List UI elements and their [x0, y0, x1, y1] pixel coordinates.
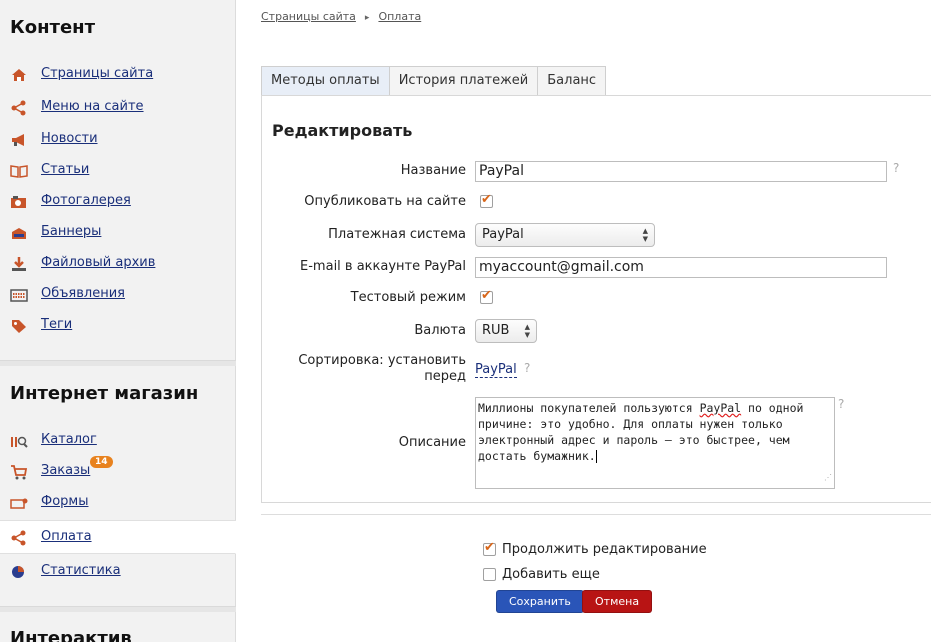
description-spellcheck-word: PayPal — [699, 401, 742, 415]
share-icon — [11, 100, 26, 116]
cart-icon — [11, 465, 28, 480]
breadcrumb: Страницы сайта ▸ Оплата — [261, 10, 421, 23]
help-icon[interactable]: ? — [524, 361, 530, 375]
breadcrumb-link-pages[interactable]: Страницы сайта — [261, 10, 356, 23]
banner-icon — [12, 228, 26, 239]
sidebar-item-label: Баннеры — [41, 224, 102, 239]
email-input[interactable]: myaccount@gmail.com — [475, 257, 887, 278]
add-more-label: Добавить еще — [502, 567, 600, 582]
sidebar-item-ads[interactable]: Объявления — [0, 282, 236, 308]
sidebar-item-pages[interactable]: Страницы сайта — [0, 62, 236, 88]
sidebar-item-tags[interactable]: Теги — [0, 313, 236, 339]
sidebar-item-payment[interactable]: Оплата — [0, 520, 236, 554]
sidebar-item-forms[interactable]: Формы — [0, 490, 236, 516]
currency-value: RUB — [482, 323, 510, 338]
sidebar-item-articles[interactable]: Статьи — [0, 158, 236, 184]
publish-label: Опубликовать на сайте — [304, 194, 466, 209]
sidebar: Контент Страницы сайта Меню на сайте Нов… — [0, 0, 236, 642]
sidebar-item-catalog[interactable]: Каталог — [0, 428, 236, 454]
sidebar-item-label: Объявления — [41, 286, 125, 301]
photo-icon — [11, 196, 26, 208]
add-more-option[interactable]: Добавить еще — [483, 567, 600, 582]
breadcrumb-link-payment[interactable]: Оплата — [378, 10, 421, 23]
sort-before-link[interactable]: PayPal — [475, 362, 517, 378]
breadcrumb-separator: ▸ — [364, 13, 370, 23]
section-title-interactive: Интерактив — [10, 628, 132, 642]
select-arrows-icon: ▲ ▼ — [642, 227, 648, 243]
download-icon — [12, 257, 26, 271]
description-textarea[interactable]: Миллионы покупателей пользуются PayPal п… — [475, 397, 835, 489]
megaphone-icon — [12, 134, 24, 146]
sidebar-item-menu[interactable]: Меню на сайте — [0, 95, 236, 121]
section-title-content: Контент — [10, 17, 96, 38]
payment-system-value: PayPal — [482, 227, 524, 242]
currency-label: Валюта — [414, 323, 466, 338]
description-label: Описание — [398, 435, 466, 450]
test-mode-checkbox[interactable] — [480, 288, 493, 304]
save-button[interactable]: Сохранить — [496, 590, 584, 613]
sidebar-item-orders[interactable]: Заказы 14 — [0, 456, 236, 485]
panel-title: Редактировать — [272, 121, 413, 140]
email-label: E-mail в аккаунте PayPal — [300, 259, 466, 274]
text-caret — [595, 450, 597, 463]
cancel-button[interactable]: Отмена — [582, 590, 653, 613]
currency-select[interactable]: RUB ▲ ▼ — [475, 319, 537, 343]
sidebar-item-stats[interactable]: Статистика — [0, 559, 236, 585]
continue-editing-label: Продолжить редактирование — [502, 542, 707, 557]
sidebar-item-news[interactable]: Новости — [0, 127, 236, 153]
section-title-shop: Интернет магазин — [10, 383, 199, 404]
share-icon — [11, 530, 26, 546]
catalog-icon — [11, 436, 28, 448]
board-icon — [10, 289, 28, 302]
active-item-pointer — [222, 522, 236, 554]
continue-editing-option[interactable]: Продолжить редактирование — [483, 540, 707, 557]
sidebar-item-label: Заказы — [41, 463, 91, 478]
tag-icon — [12, 320, 26, 333]
sidebar-item-label: Каталог — [41, 432, 97, 447]
sidebar-item-label: Файловый архив — [41, 255, 156, 270]
help-icon[interactable]: ? — [893, 161, 899, 175]
add-more-checkbox[interactable] — [483, 568, 496, 581]
tab-balance[interactable]: Баланс — [537, 66, 607, 96]
name-label: Название — [400, 163, 466, 178]
sidebar-item-label: Статьи — [41, 162, 90, 177]
test-mode-label: Тестовый режим — [350, 290, 466, 305]
sidebar-item-label: Оплата — [41, 529, 92, 544]
sidebar-item-files[interactable]: Файловый архив — [0, 251, 236, 277]
resize-grip-icon[interactable]: ⋰ — [824, 470, 832, 486]
select-arrows-icon: ▲ ▼ — [524, 323, 530, 339]
tabs: Методы оплаты История платежей Баланс — [261, 66, 607, 96]
orders-count-badge: 14 — [90, 456, 113, 468]
help-icon[interactable]: ? — [838, 397, 844, 411]
sidebar-item-label: Страницы сайта — [41, 66, 154, 81]
sidebar-item-label: Новости — [41, 131, 98, 146]
home-icon — [12, 69, 26, 81]
sidebar-item-banners[interactable]: Баннеры — [0, 220, 236, 246]
pie-chart-icon — [12, 566, 24, 578]
description-text-start: Миллионы покупателей пользуются — [478, 401, 700, 415]
name-input[interactable]: PayPal — [475, 161, 887, 182]
sort-label-line-2: перед — [424, 369, 466, 384]
sidebar-divider — [0, 606, 236, 612]
sidebar-item-gallery[interactable]: Фотогалерея — [0, 189, 236, 215]
form-icon — [10, 498, 28, 509]
sidebar-item-label: Фотогалерея — [41, 193, 131, 208]
sidebar-divider — [0, 360, 236, 366]
book-icon — [10, 165, 28, 178]
sidebar-item-label: Меню на сайте — [41, 99, 144, 114]
main-content: Страницы сайта ▸ Оплата Методы оплаты Исто… — [237, 0, 931, 642]
tab-payment-history[interactable]: История платежей — [388, 66, 539, 96]
payment-system-select[interactable]: PayPal ▲ ▼ — [475, 223, 655, 247]
continue-editing-checkbox[interactable] — [483, 540, 496, 556]
publish-checkbox[interactable] — [480, 192, 493, 208]
tab-payment-methods[interactable]: Методы оплаты — [261, 66, 390, 96]
sidebar-item-label: Статистика — [41, 563, 121, 578]
sidebar-item-label: Теги — [41, 317, 73, 332]
sidebar-item-label: Формы — [41, 494, 89, 509]
sort-label: Сортировка: установить перед — [298, 353, 466, 385]
divider-line — [261, 514, 931, 515]
edit-panel: Редактировать Название PayPal ? Опублико… — [261, 95, 931, 503]
system-label: Платежная система — [328, 227, 466, 242]
sort-label-line-1: Сортировка: установить — [298, 353, 466, 368]
